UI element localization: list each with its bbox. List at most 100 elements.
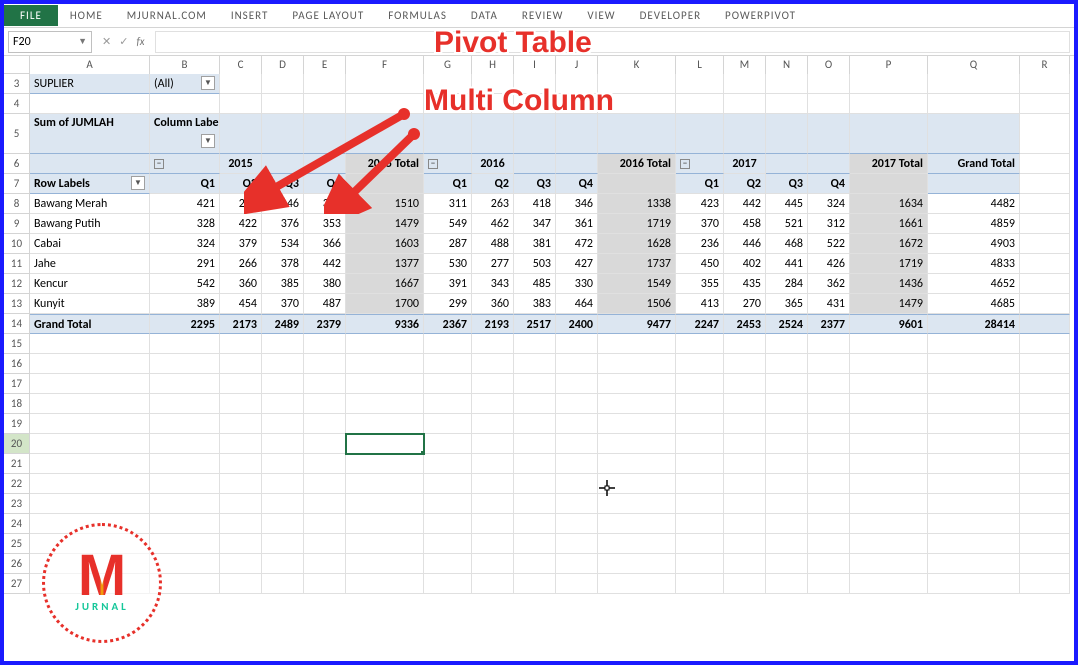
pivot-value[interactable]: 442 [724, 194, 766, 214]
pivot-value[interactable]: 330 [556, 274, 598, 294]
cell[interactable] [220, 534, 262, 554]
cell[interactable] [30, 394, 150, 414]
cell[interactable] [766, 414, 808, 434]
col-header-j[interactable]: J [556, 56, 598, 74]
cell[interactable] [598, 414, 676, 434]
pivot-2015-total-hdr[interactable]: 2015 Total [346, 154, 424, 174]
cell[interactable] [808, 494, 850, 514]
pivot-row-label[interactable]: Bawang Merah [30, 194, 150, 214]
cell[interactable] [1020, 534, 1070, 554]
cell[interactable] [928, 94, 1020, 114]
cell[interactable]: − [676, 154, 724, 174]
cell[interactable] [808, 474, 850, 494]
pivot-value[interactable]: 270 [724, 294, 766, 314]
cell[interactable] [850, 434, 928, 454]
cell[interactable] [598, 394, 676, 414]
ribbon-tab-formulas[interactable]: FORMULAS [376, 5, 459, 26]
cell[interactable] [724, 334, 766, 354]
col-header-e[interactable]: E [304, 56, 346, 74]
pivot-value[interactable]: 360 [220, 274, 262, 294]
row-header[interactable]: 18 [4, 394, 30, 414]
cell[interactable] [556, 374, 598, 394]
pivot-value[interactable]: 1549 [598, 274, 676, 294]
pivot-value[interactable]: 4652 [928, 274, 1020, 294]
cell[interactable] [676, 514, 724, 534]
cell[interactable] [472, 574, 514, 594]
pivot-value[interactable]: 4833 [928, 254, 1020, 274]
cell[interactable] [724, 454, 766, 474]
cell[interactable] [808, 514, 850, 534]
cell[interactable] [472, 534, 514, 554]
cell[interactable] [304, 454, 346, 474]
pivot-value[interactable]: 370 [262, 294, 304, 314]
cell[interactable] [30, 494, 150, 514]
cell[interactable] [1020, 394, 1070, 414]
cell[interactable] [424, 514, 472, 534]
cell[interactable] [808, 434, 850, 454]
ribbon-tab-mjurnal[interactable]: MJURNAL.COM [115, 5, 219, 26]
cell[interactable] [472, 74, 514, 94]
select-all-corner[interactable] [4, 56, 30, 74]
cell[interactable] [928, 434, 1020, 454]
cell[interactable] [808, 154, 850, 174]
cell[interactable] [514, 354, 556, 374]
cell[interactable] [262, 474, 304, 494]
cell[interactable] [928, 374, 1020, 394]
ribbon-tab-view[interactable]: VIEW [575, 5, 627, 26]
cell[interactable] [556, 334, 598, 354]
cell[interactable] [304, 74, 346, 94]
pivot-value[interactable]: 1700 [346, 294, 424, 314]
cell[interactable] [346, 494, 424, 514]
pivot-value[interactable]: 292 [220, 194, 262, 214]
pivot-grand-value[interactable]: 2295 [150, 314, 220, 334]
cell[interactable] [724, 534, 766, 554]
cell[interactable] [472, 114, 514, 154]
cell[interactable] [262, 354, 304, 374]
cell[interactable] [346, 394, 424, 414]
cell[interactable] [598, 374, 676, 394]
cell[interactable] [304, 474, 346, 494]
pivot-value[interactable]: 355 [676, 274, 724, 294]
pivot-grand-value[interactable]: 2453 [724, 314, 766, 334]
cell[interactable] [556, 74, 598, 94]
pivot-value[interactable]: 376 [262, 214, 304, 234]
pivot-value[interactable]: 1436 [850, 274, 928, 294]
cell[interactable] [262, 374, 304, 394]
col-header-r[interactable]: R [1020, 56, 1070, 74]
cell[interactable] [262, 74, 304, 94]
cell[interactable] [262, 454, 304, 474]
row-header[interactable]: 21 [4, 454, 30, 474]
col-labels-dropdown-icon[interactable]: ▼ [201, 134, 215, 148]
pivot-value[interactable]: 458 [724, 214, 766, 234]
ribbon-tab-pagelayout[interactable]: PAGE LAYOUT [280, 5, 376, 26]
cell[interactable] [424, 434, 472, 454]
cell[interactable] [808, 554, 850, 574]
cell[interactable] [724, 394, 766, 414]
col-header-l[interactable]: L [676, 56, 724, 74]
cell[interactable] [304, 94, 346, 114]
pivot-value[interactable]: 383 [514, 294, 556, 314]
cell[interactable] [676, 374, 724, 394]
pivot-grand-value[interactable]: 2489 [262, 314, 304, 334]
pivot-value[interactable]: 266 [220, 254, 262, 274]
cell[interactable] [514, 74, 556, 94]
cell[interactable] [724, 74, 766, 94]
formula-bar-input[interactable] [155, 31, 1070, 53]
cell[interactable] [514, 374, 556, 394]
pivot-value[interactable]: 441 [766, 254, 808, 274]
cell[interactable] [1020, 214, 1070, 234]
cell[interactable] [766, 374, 808, 394]
cell[interactable] [676, 494, 724, 514]
cell[interactable] [424, 74, 472, 94]
cell[interactable] [30, 534, 150, 554]
cell[interactable] [724, 514, 766, 534]
cell[interactable] [304, 534, 346, 554]
cell[interactable] [766, 334, 808, 354]
cell[interactable] [346, 174, 424, 194]
cell[interactable] [30, 354, 150, 374]
cell[interactable] [724, 434, 766, 454]
pivot-q-header[interactable]: Q4 [556, 174, 598, 194]
pivot-value[interactable]: 287 [424, 234, 472, 254]
cell[interactable] [304, 334, 346, 354]
ribbon-tab-data[interactable]: DATA [459, 5, 510, 26]
